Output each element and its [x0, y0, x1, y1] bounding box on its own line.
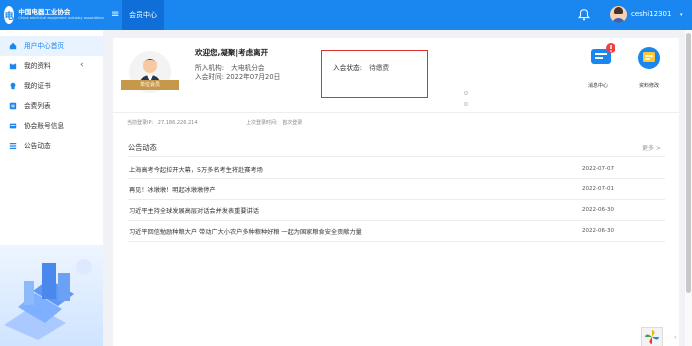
chevron-down-icon[interactable]: ▾: [680, 12, 683, 18]
divider: [128, 220, 665, 221]
last-login: 上次登录时间: 首次登录: [246, 119, 302, 126]
pinwheel-icon: [645, 330, 659, 344]
main-content: 单位会员 欢迎您,凝聚|考虑离开 所入机构: 大电机分会 入会时间: 2022年…: [103, 30, 685, 346]
hamburger-icon[interactable]: ≡: [111, 8, 119, 22]
notice-title[interactable]: 习近平主持全球发展高层对话会并发表重要讲话: [129, 206, 259, 215]
sidebar-item-announcement[interactable]: 公告动态: [0, 136, 103, 156]
bell-icon[interactable]: [577, 7, 591, 23]
notice-title[interactable]: 习近平回信勉励种粮大户 带动广大小农户多种粮种好粮 一起为国家粮食安全贡献力量: [129, 227, 362, 236]
join-time-value: 2022年07月20日: [226, 73, 281, 81]
membership-status: 入会状态: 待缴费: [333, 62, 389, 72]
account-icon: [9, 123, 17, 129]
logo-en: China electrical equipment industry asso…: [18, 16, 104, 21]
member-avatar: [129, 51, 171, 93]
notice-date: 2022-06-30: [582, 228, 614, 234]
last-login-label: 上次登录时间:: [246, 120, 278, 126]
carousel-dot[interactable]: [464, 102, 468, 106]
city-illustration: [0, 245, 103, 346]
sidebar-item-home[interactable]: 用户中心首页: [0, 36, 103, 56]
notice-date: 2022-06-30: [582, 207, 614, 213]
message-center-icon[interactable]: [587, 42, 615, 70]
join-time-label: 入会时间:: [195, 73, 225, 81]
scrollbar-thumb[interactable]: [686, 33, 691, 293]
sidebar-item-label: 用户中心首页: [24, 42, 65, 50]
sidebar-item-label: 会费列表: [24, 102, 51, 110]
member-type-tag: 单位会员: [121, 80, 179, 90]
profile-edit-icon[interactable]: [635, 44, 663, 72]
carousel-dot[interactable]: [464, 91, 468, 95]
last-login-value: 首次登录: [282, 120, 303, 126]
announcement-icon: [9, 143, 17, 149]
divider: [128, 199, 665, 200]
divider: [113, 112, 679, 113]
welcome-text: 欢迎您,凝聚|考虑离开: [195, 48, 269, 57]
status-highlight: [321, 50, 428, 98]
sidebar-item-certificate[interactable]: 我的证书: [0, 76, 103, 96]
certificate-icon: [10, 82, 16, 90]
sidebar-item-label: 我的资料: [24, 62, 51, 70]
notice-title[interactable]: 再见！冰墩墩！明起冰墩墩停产: [129, 185, 216, 194]
divider: [128, 178, 665, 179]
floating-button[interactable]: [641, 327, 663, 346]
avatar[interactable]: [610, 6, 627, 23]
logo-cn: 中国电器工业协会: [18, 7, 71, 16]
username[interactable]: ceshi12301: [631, 10, 671, 18]
sidebar-item-label: 我的证书: [24, 82, 51, 90]
sidebar-item-profile[interactable]: 我的资料 ‹: [0, 56, 103, 76]
login-ip: 当前登录IP: 27.186.226.214: [127, 119, 198, 126]
fee-list-icon: [9, 102, 17, 110]
tab-member-center[interactable]: 会员中心: [122, 0, 164, 30]
top-bar: 电 中国电器工业协会 China electrical equipment in…: [0, 0, 692, 30]
logo-mark: 电: [4, 6, 15, 24]
logo-text: 中国电器工业协会 China electrical equipment indu…: [18, 9, 104, 21]
chevron-left-icon[interactable]: ‹: [674, 334, 676, 341]
more-link[interactable]: 更多 >: [642, 143, 661, 152]
login-ip-value: 27.186.226.214: [157, 120, 198, 126]
join-time-info: 入会时间: 2022年07月20日: [195, 71, 280, 81]
sidebar-item-label: 协会账号信息: [24, 122, 65, 130]
chevron-left-icon[interactable]: ‹: [80, 60, 84, 70]
login-ip-label: 当前登录IP:: [127, 120, 154, 126]
divider: [128, 241, 665, 242]
notices-card: 公告动态 更多 > 上海高考今起拉开大幕，5万多名考生将赴赛考场 2022-07…: [113, 135, 679, 346]
status-value: 待缴费: [369, 64, 390, 72]
home-icon: [9, 42, 17, 50]
logo[interactable]: 电 中国电器工业协会 China electrical equipment in…: [4, 3, 104, 27]
profile-edit-label[interactable]: 资料修改: [639, 82, 659, 89]
profile-icon: [9, 62, 17, 70]
notice-title[interactable]: 上海高考今起拉开大幕，5万多名考生将赴赛考场: [129, 165, 263, 174]
sidebar-item-account[interactable]: 协会账号信息: [0, 116, 103, 136]
notice-date: 2022-07-01: [582, 186, 614, 192]
message-center-label[interactable]: 消息中心: [588, 82, 608, 89]
notice-date: 2022-07-07: [582, 166, 614, 172]
status-label: 入会状态:: [333, 64, 363, 72]
divider: [128, 156, 665, 157]
sidebar-item-fee-list[interactable]: 会费列表: [0, 96, 103, 116]
sidebar-item-label: 公告动态: [24, 142, 51, 150]
sidebar: 用户中心首页 我的资料 ‹ 我的证书 会费列表 协会账号信息 公告动态: [0, 30, 103, 346]
notices-title: 公告动态: [128, 143, 157, 152]
